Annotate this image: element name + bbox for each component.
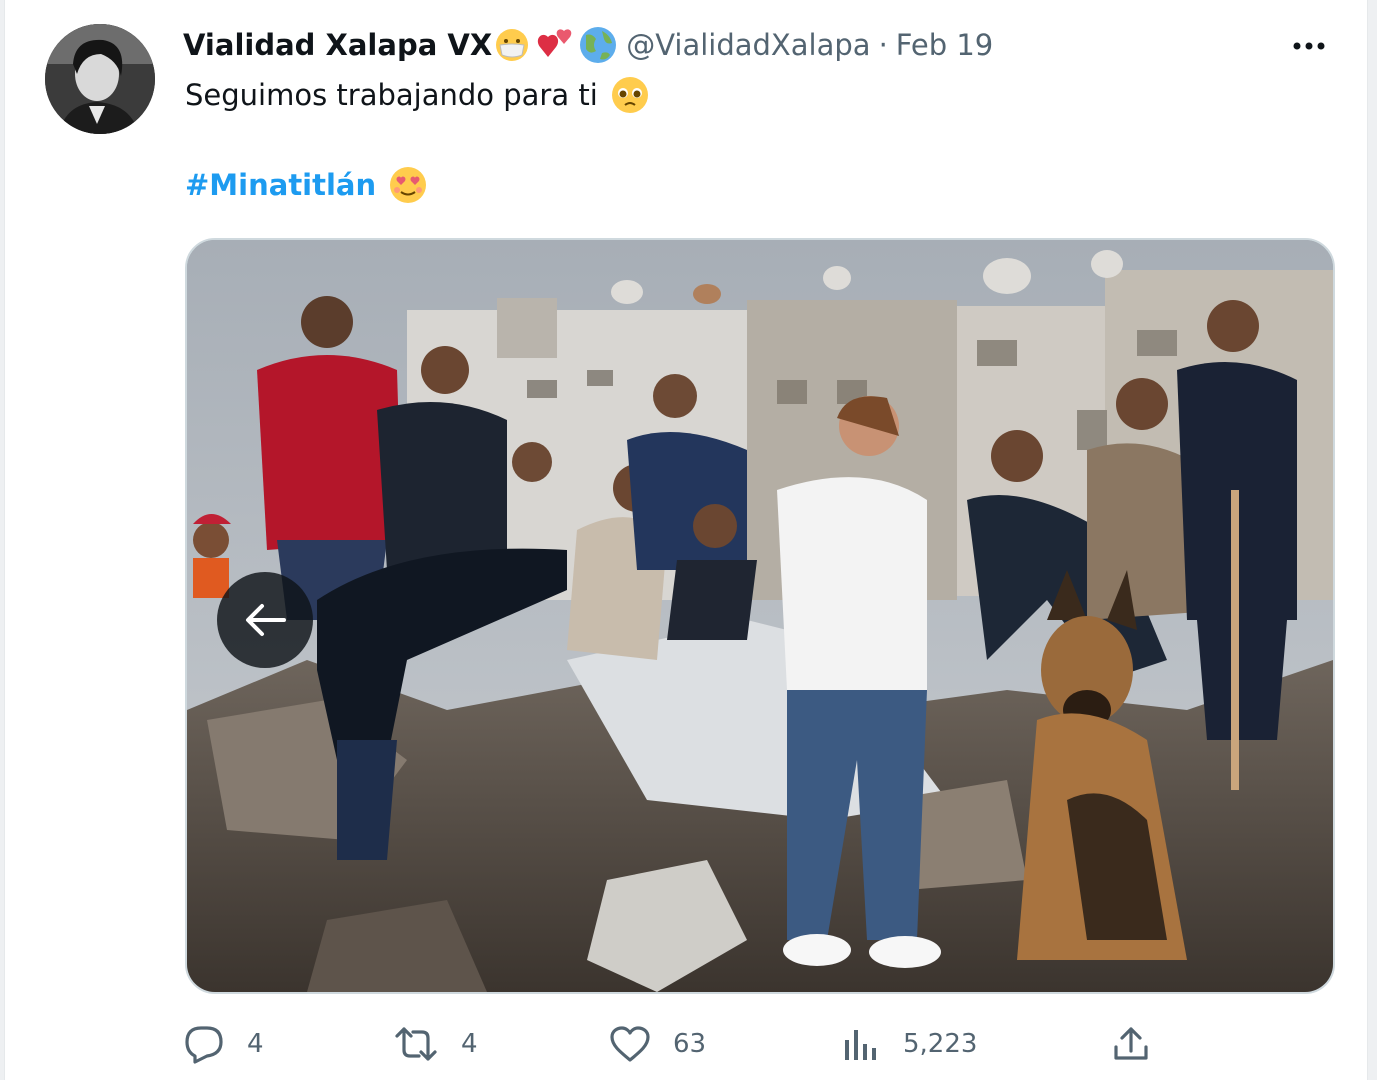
more-dots-icon [1293,42,1325,50]
author-handle[interactable]: @VialidadXalapa [626,28,870,62]
pleading-face-emoji [610,75,650,115]
name-emojis [494,25,618,65]
hashtag-link[interactable]: #Minatitlán [185,168,376,202]
avatar-image [45,24,155,134]
header-separator: · [878,28,888,62]
rescue-scene-image [187,240,1333,992]
views-count: 5,223 [903,1029,978,1059]
more-options-button[interactable] [1287,26,1331,66]
share-icon [1114,1027,1148,1060]
face-with-mask-emoji [494,25,530,65]
share-button[interactable] [1111,1016,1151,1072]
tweet-header: Vialidad Xalapa VX @VialidadXalapa · Feb… [183,22,993,68]
tweet-actions-bar: 4 4 63 5,223 [183,1016,1343,1072]
reply-count: 4 [247,1029,264,1059]
retweet-button[interactable]: 4 [393,1016,478,1072]
heart-eyes-face-emoji [388,165,428,205]
tweet-media-photo[interactable] [185,238,1335,994]
retweet-icon [395,1027,437,1061]
avatar[interactable] [45,24,155,134]
like-button[interactable]: 63 [609,1016,706,1072]
retweet-count: 4 [461,1029,478,1059]
author-name[interactable]: Vialidad Xalapa VX [183,28,492,62]
tweet-text-line-1: Seguimos trabajando para ti [185,72,650,118]
arrow-left-icon [246,604,286,636]
heart-icon [610,1026,650,1062]
tweet-date[interactable]: Feb 19 [896,28,993,62]
reply-button[interactable]: 4 [183,1016,264,1072]
reply-icon [185,1026,223,1064]
tweet-text-line-2: #Minatitlán [185,162,428,208]
previous-media-button[interactable] [217,572,313,668]
views-button[interactable]: 5,223 [841,1016,977,1072]
views-chart-icon [845,1030,876,1060]
like-count: 63 [673,1029,707,1059]
tweet-card[interactable]: Vialidad Xalapa VX @VialidadXalapa · Feb… [4,0,1368,1080]
tweet-text: Seguimos trabajando para ti [185,78,598,112]
globe-emoji [578,25,618,65]
two-hearts-emoji [532,25,576,65]
